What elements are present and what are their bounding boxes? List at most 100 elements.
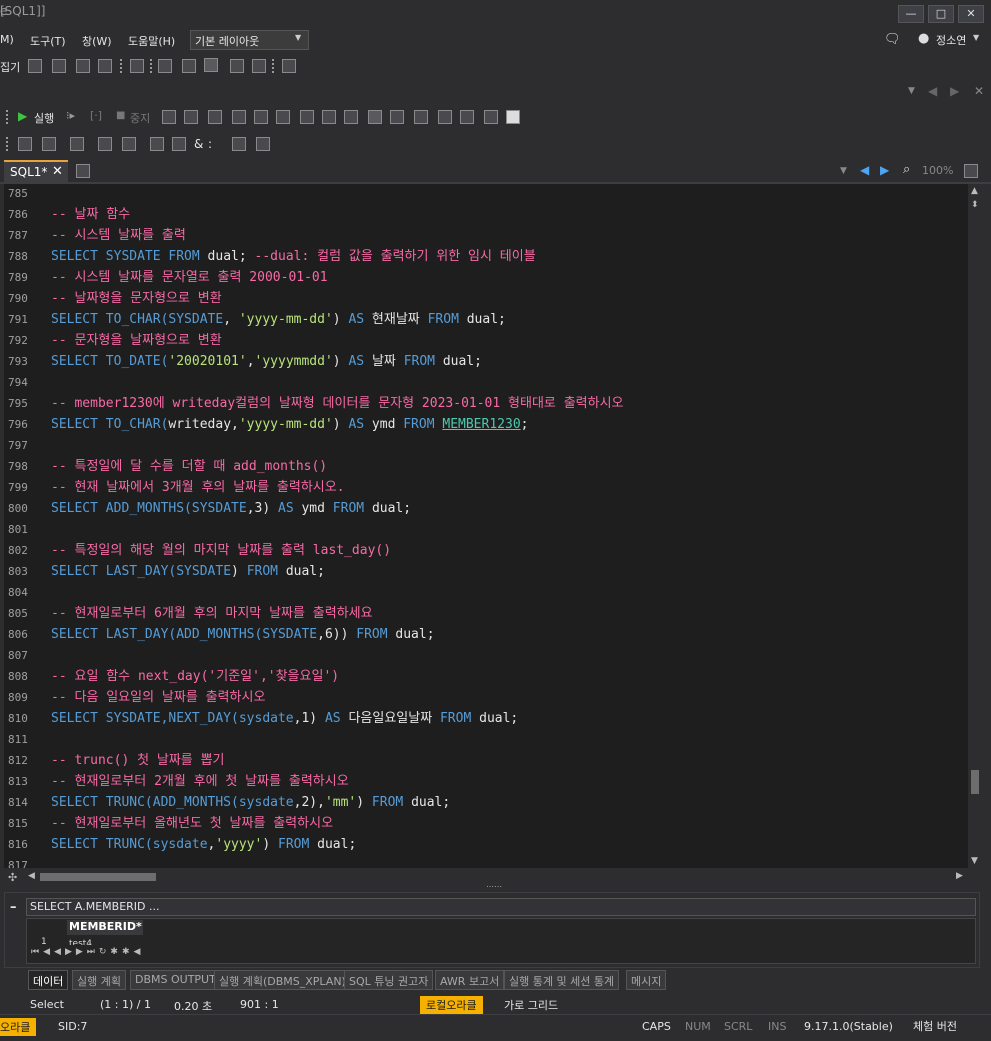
scroll-left-icon[interactable]: ◀ [28,871,35,881]
tree-icon[interactable] [130,59,144,73]
new-tab-icon[interactable] [76,164,90,178]
export-icon[interactable] [230,59,244,73]
tab-awr-report[interactable]: AWR 보고서 [435,970,505,990]
connect-icon[interactable] [98,59,112,73]
db-icon[interactable] [344,110,358,124]
grid-mode[interactable]: 가로 그리드 [504,997,558,1013]
ampersand-icon[interactable]: & [194,137,203,151]
code-line[interactable]: 789 -- 시스템 날짜를 문자열로 출력 2000-01-01 [4,267,968,288]
tab-dbms-output[interactable]: DBMS OUTPUT [130,970,221,990]
code-line[interactable]: 788 SELECT SYSDATE FROM dual; --dual: 컬럼 … [4,246,968,267]
case-icon[interactable] [150,137,164,151]
commit-icon[interactable] [232,110,246,124]
connection-badge[interactable]: 로컬오라클 [420,996,483,1014]
code-line[interactable]: 810 SELECT SYSDATE,NEXT_DAY(sysdate,1) AS… [4,708,968,729]
breakpoint-icon[interactable] [276,110,290,124]
plan-icon[interactable] [184,110,198,124]
split-icon[interactable] [506,110,520,124]
close-tab-icon[interactable]: ✕ [52,164,63,179]
scroll-right-icon[interactable]: ▶ [956,871,963,881]
code-line[interactable]: 786 -- 날짜 함수 [4,204,968,225]
maximize-button[interactable]: □ [928,5,954,23]
tab-data[interactable]: 데이터 [28,970,69,990]
code-line[interactable]: 817 [4,855,968,868]
expand-icon[interactable]: ✣ [8,871,17,884]
menu-item-window[interactable]: 창(W) [82,33,112,49]
snippet-icon[interactable] [256,137,270,151]
code-line[interactable]: 803 SELECT LAST_DAY(SYSDATE) FROM dual; [4,561,968,582]
code-line[interactable]: 799 -- 현재 날짜에서 3개월 후의 날짜를 출력하시오. [4,477,968,498]
tab-execution-stats[interactable]: 실행 통계 및 세션 통계 [504,970,620,990]
vertical-scroll-thumb[interactable] [971,770,979,794]
tab-dbms-xplan[interactable]: 실행 계획(DBMS_XPLAN) [214,970,351,990]
code-line[interactable]: 798 -- 특정일에 달 수를 더할 때 add_months() [4,456,968,477]
schema-icon[interactable] [52,59,66,73]
splitter-handle[interactable]: ⋯⋯ [486,882,502,891]
template-icon[interactable] [232,137,246,151]
outline-icon[interactable] [414,110,428,124]
layout-icon[interactable] [158,59,172,73]
run-button[interactable]: 실행 [34,110,54,126]
new-icon[interactable] [18,137,32,151]
toolbar-grip[interactable] [150,59,155,73]
results-grid[interactable]: MEMBERID* 1 test4 ⏮◀◀▶▶⏭↻✱✱◀ [26,918,976,964]
sql-file-icon[interactable] [252,59,266,73]
compare-icon[interactable] [460,110,474,124]
code-line[interactable]: 802 -- 특정일의 해당 월의 마지막 날짜를 출력 last_day() [4,540,968,561]
user-name[interactable]: 정소연 [936,32,966,48]
code-line[interactable]: 801 [4,519,968,540]
menu-item-tools[interactable]: 도구(T) [30,33,66,49]
bracket-icon[interactable]: [·] [90,109,102,122]
sql-editor[interactable]: 785 786 -- 날짜 함수 787 -- 시스템 날짜를 출력 788 SELECT … [4,184,968,868]
nav-back-icon[interactable]: ◀ [928,84,937,98]
open-icon[interactable] [42,137,56,151]
format-icon[interactable] [390,110,404,124]
tab-messages[interactable]: 메시지 [626,970,667,990]
horizontal-scroll-thumb[interactable] [40,873,156,881]
notification-icon[interactable]: 🗨 [884,32,901,47]
code-line[interactable]: 807 [4,645,968,666]
trace-icon[interactable] [208,110,222,124]
code-line[interactable]: 812 -- trunc() 첫 날짜를 뽑기 [4,750,968,771]
tab-sql1[interactable]: SQL1* ✕ [4,160,68,182]
toolbar-grip[interactable] [6,110,11,124]
layout-toggle-icon[interactable] [964,164,978,178]
indent-icon[interactable] [70,137,84,151]
toolbar-grip[interactable] [120,59,125,73]
comment-icon[interactable] [98,137,112,151]
code-line[interactable]: 808 -- 요일 함수 next_day('기준일','찾을요일') [4,666,968,687]
tab-execution-plan[interactable]: 실행 계획 [72,970,126,990]
grid-icon[interactable] [368,110,382,124]
code-line[interactable]: 790 -- 날짜형을 문자형으로 변환 [4,288,968,309]
sql-icon[interactable] [28,59,42,73]
code-line[interactable]: 814 SELECT TRUNC(ADD_MONTHS(sysdate,2),'m… [4,792,968,813]
chevron-down-icon[interactable]: ▼ [908,86,915,96]
nav-forward-icon[interactable]: ▶ [950,84,959,98]
minimize-button[interactable]: — [898,5,924,23]
step-icon[interactable]: ⁝▸ [66,109,75,122]
column-header[interactable]: MEMBERID* [67,920,143,935]
close-icon[interactable]: ✕ [974,84,984,98]
toolbar-grip[interactable] [6,137,11,151]
code-line[interactable]: 804 [4,582,968,603]
menu-item-help[interactable]: 도움말(H) [128,33,175,49]
grid-navigator-icon[interactable]: ⏮◀◀▶▶⏭↻✱✱◀ [31,947,144,957]
pattern-icon[interactable] [172,137,186,151]
scroll-down-icon[interactable]: ▼ [971,856,978,866]
run-icon[interactable]: ▶ [18,109,27,123]
scroll-up-icon[interactable]: ▲ [971,186,978,196]
tab-sql-tuning-advisor[interactable]: SQL 튜닝 권고자 [344,970,434,990]
code-line[interactable]: 805 -- 현재일로부터 6개월 후의 마지막 날짜를 출력하세요 [4,603,968,624]
code-line[interactable]: 797 [4,435,968,456]
arrow-right-icon[interactable]: ▶ [880,163,889,177]
code-line[interactable]: 793 SELECT TO_DATE('20020101','yyyymmdd')… [4,351,968,372]
arrow-left-icon[interactable]: ◀ [860,163,869,177]
collapse-icon[interactable]: – [10,900,17,915]
code-line[interactable]: 792 -- 문자형을 날짜형으로 변환 [4,330,968,351]
stop-icon[interactable]: ■ [116,110,125,121]
code-line[interactable]: 785 [4,184,968,204]
rollback-icon[interactable] [254,110,268,124]
code-line[interactable]: 787 -- 시스템 날짜를 출력 [4,225,968,246]
code-line[interactable]: 813 -- 현재일로부터 2개월 후에 첫 날짜를 출력하시오 [4,771,968,792]
chevron-down-icon[interactable]: ▼ [840,166,847,176]
